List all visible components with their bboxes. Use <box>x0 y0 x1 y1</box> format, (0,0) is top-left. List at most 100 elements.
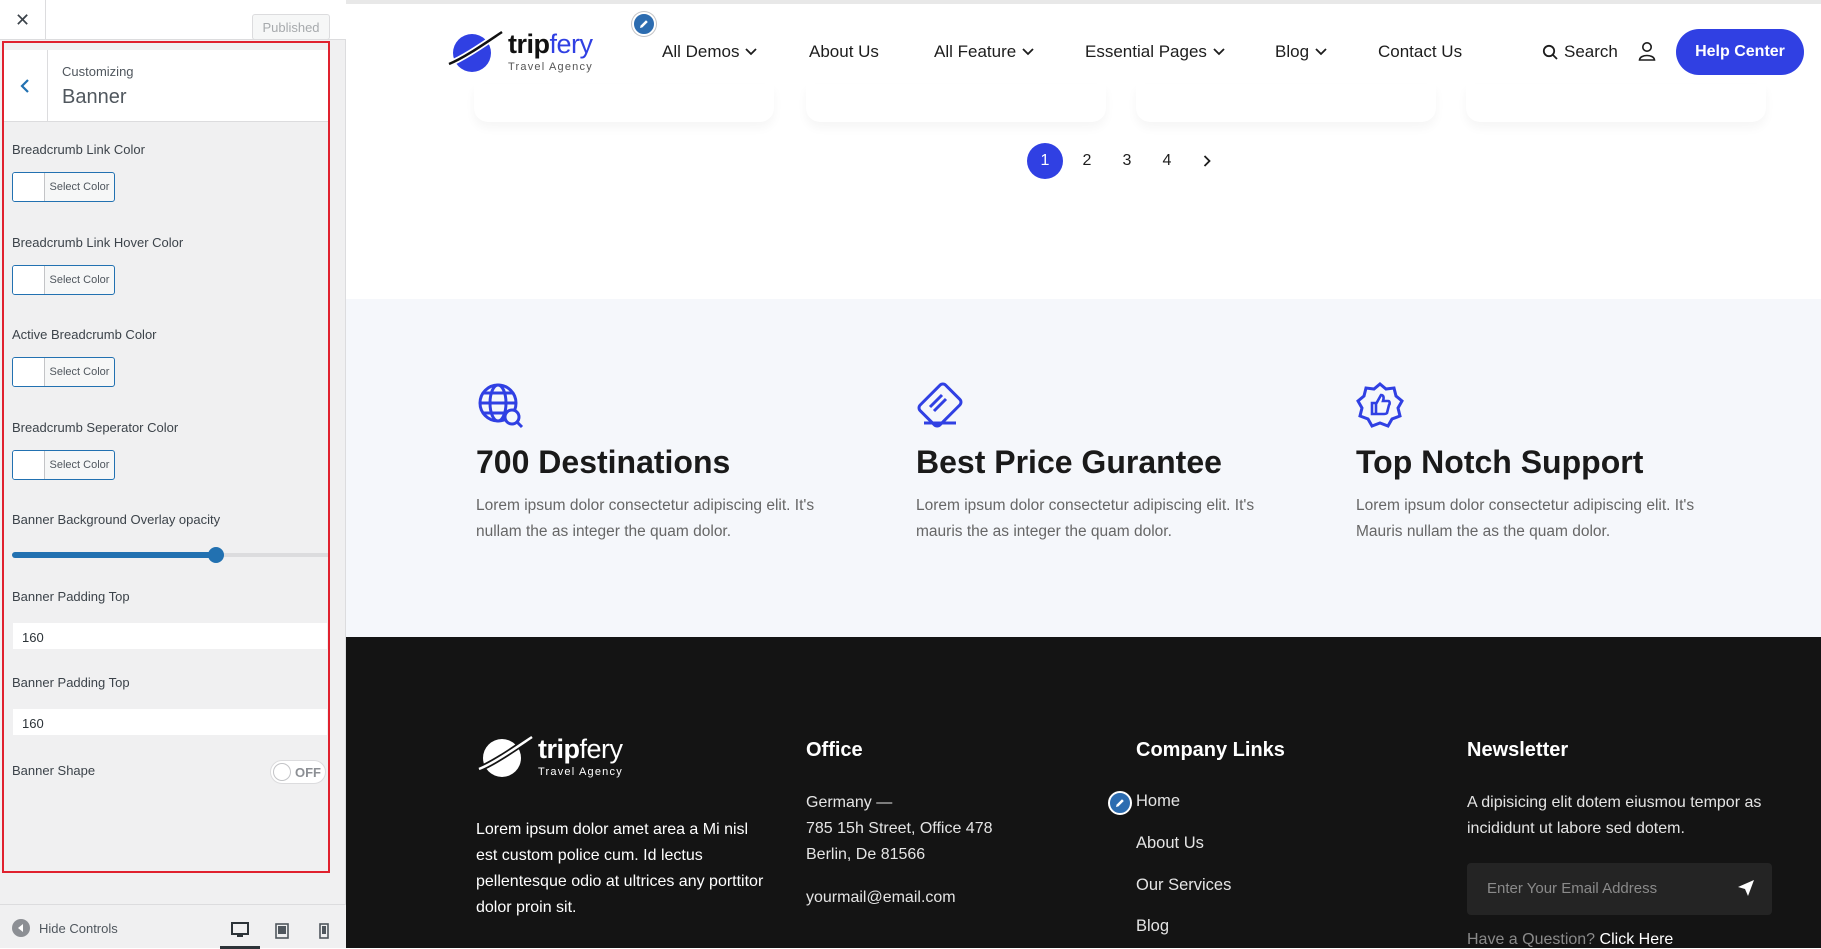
newsletter-text: A dipisicing elit dotem eiusmou tempor a… <box>1467 794 1762 837</box>
office-address: Germany — 785 15h Street, Office 478 Ber… <box>806 790 993 868</box>
card-bottom <box>474 84 774 122</box>
select-color-text: Select Color <box>49 366 110 378</box>
feature-item: Best Price Gurantee Lorem ipsum dolor co… <box>916 381 1296 545</box>
color-swatch <box>13 358 45 386</box>
question-text: Have a Question? Click Here <box>1467 931 1673 948</box>
chevron-down-icon <box>1213 48 1225 56</box>
feature-text: Lorem ipsum dolor consectetur adipiscing… <box>476 497 815 540</box>
feature-item: Top Notch Support Lorem ipsum dolor cons… <box>1356 381 1736 545</box>
office-line: Germany — <box>806 794 893 811</box>
customizer-sidebar: ✕ Published Customizing Banner Breadcrum… <box>0 0 346 949</box>
section-breadcrumb: Customizing <box>62 64 134 79</box>
nav-label: All Feature <box>934 42 1017 61</box>
nav-all-feature[interactable]: All Feature <box>934 42 1034 62</box>
globe-search-icon <box>478 383 524 429</box>
nav-about-us[interactable]: About Us <box>809 42 879 62</box>
feature-text: Lorem ipsum dolor consectetur adipiscing… <box>1356 497 1695 540</box>
page-1-button[interactable]: 1 <box>1027 143 1063 179</box>
banner-shape-toggle[interactable]: OFF <box>270 760 326 784</box>
color-swatch <box>13 173 45 201</box>
chevron-down-icon <box>1315 48 1327 56</box>
nav-label: Contact Us <box>1378 42 1463 61</box>
footer-link-blog[interactable]: Blog <box>1136 917 1169 936</box>
nav-all-demos[interactable]: All Demos <box>662 42 758 62</box>
footer-logo[interactable]: tripfery Travel Agency <box>476 733 623 779</box>
padding-top-input[interactable]: 160 <box>12 622 328 650</box>
back-button[interactable] <box>2 50 48 122</box>
separator-color-label: Breadcrumb Seperator Color <box>12 420 179 435</box>
edit-shortcut-icon[interactable] <box>1108 791 1132 815</box>
nav-contact-us[interactable]: Contact Us <box>1378 42 1462 62</box>
footer-link-services[interactable]: Our Services <box>1136 876 1231 895</box>
thumbs-up-badge-icon <box>1356 382 1404 428</box>
overlay-opacity-slider[interactable] <box>12 547 330 563</box>
padding-top-input-2[interactable]: 160 <box>12 708 328 736</box>
color-swatch <box>13 266 45 294</box>
publish-button[interactable]: Published <box>252 14 330 40</box>
click-here-link[interactable]: Click Here <box>1600 931 1674 948</box>
page-3-button[interactable]: 3 <box>1107 143 1147 179</box>
nav-essential-pages[interactable]: Essential Pages <box>1085 42 1225 62</box>
page-2-button[interactable]: 2 <box>1067 143 1107 179</box>
footer-link-home[interactable]: Home <box>1136 792 1180 811</box>
active-color-picker[interactable]: Select Color <box>12 357 115 387</box>
footer-about-text: Lorem ipsum dolor amet area a Mi nisl es… <box>476 821 764 916</box>
slider-thumb[interactable] <box>207 547 224 563</box>
help-center-button[interactable]: Help Center <box>1676 29 1804 75</box>
toggle-knob <box>273 763 291 781</box>
nav-label: All Demos <box>662 42 740 61</box>
feature-title: Top Notch Support <box>1356 444 1644 480</box>
mobile-preview-button[interactable] <box>304 913 344 949</box>
send-icon[interactable] <box>1737 879 1755 897</box>
slider-fill <box>12 552 216 558</box>
nav-label: Essential Pages <box>1085 42 1207 61</box>
logo-word-light: fery <box>549 29 594 59</box>
email-placeholder: Enter Your Email Address <box>1487 880 1658 897</box>
desktop-icon <box>231 921 249 937</box>
close-customizer-button[interactable]: ✕ <box>0 0 46 40</box>
edit-shortcut-icon[interactable] <box>632 12 656 36</box>
logo-tagline: Travel Agency <box>508 61 593 73</box>
feature-title: 700 Destinations <box>476 444 731 480</box>
select-color-text: Select Color <box>49 459 110 471</box>
toggle-state: OFF <box>295 765 321 780</box>
active-color-label: Active Breadcrumb Color <box>12 327 157 342</box>
footer-link-about[interactable]: About Us <box>1136 834 1204 853</box>
select-color-text: Select Color <box>49 181 110 193</box>
hide-controls-button[interactable]: Hide Controls <box>12 919 118 937</box>
link-color-label: Breadcrumb Link Color <box>12 142 145 157</box>
collapse-arrow-icon <box>12 919 30 937</box>
nav-blog[interactable]: Blog <box>1275 42 1327 62</box>
desktop-preview-button[interactable] <box>220 913 260 949</box>
page-4-button[interactable]: 4 <box>1147 143 1187 179</box>
site-header: tripfery Travel Agency All Demos About U… <box>346 0 1821 96</box>
site-footer: tripfery Travel Agency Lorem ipsum dolor… <box>346 637 1821 948</box>
chevron-left-icon <box>19 79 29 93</box>
padding-top-label: Banner Padding Top <box>12 589 130 604</box>
features-section: 700 Destinations Lorem ipsum dolor conse… <box>346 299 1821 637</box>
link-color-picker[interactable]: Select Color <box>12 172 115 202</box>
close-icon: ✕ <box>14 9 31 30</box>
pagination: 1 2 3 4 <box>1027 143 1227 179</box>
site-logo[interactable]: tripfery Travel Agency <box>446 28 593 74</box>
overlay-opacity-label: Banner Background Overlay opacity <box>12 512 221 527</box>
company-links-title: Company Links <box>1136 739 1285 761</box>
link-hover-color-picker[interactable]: Select Color <box>12 265 115 295</box>
site-preview: tripfery Travel Agency All Demos About U… <box>346 0 1821 948</box>
tablet-preview-button[interactable] <box>262 913 302 949</box>
separator-color-picker[interactable]: Select Color <box>12 450 115 480</box>
office-email-link[interactable]: yourmail@email.com <box>806 889 956 907</box>
airplane-globe-logo-icon <box>477 734 534 777</box>
feature-text: Lorem ipsum dolor consectetur adipiscing… <box>916 497 1255 540</box>
search-button[interactable]: Search <box>1542 42 1618 62</box>
customizer-footer: Hide Controls <box>0 904 346 949</box>
newsletter-email-input[interactable]: Enter Your Email Address <box>1467 863 1772 915</box>
user-icon <box>1638 42 1656 61</box>
office-title: Office <box>806 739 863 761</box>
account-button[interactable] <box>1638 41 1656 66</box>
card-icon <box>917 382 963 428</box>
nav-label: About Us <box>809 42 879 61</box>
question-label: Have a Question? <box>1467 931 1596 948</box>
next-page-button[interactable] <box>1187 143 1227 179</box>
section-header: Customizing Banner <box>2 50 330 122</box>
